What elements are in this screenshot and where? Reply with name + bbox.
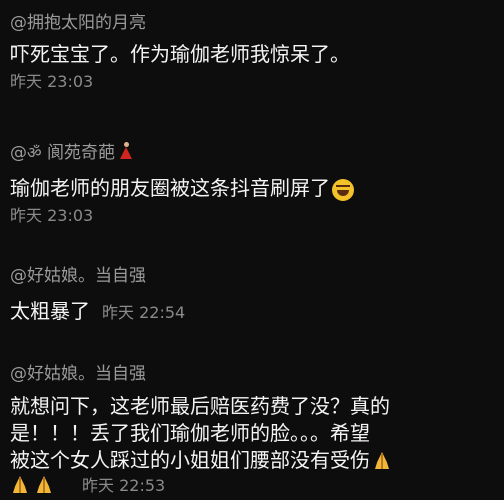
- comment-text: 就想问下，这老师最后赔医药费了没？真的 是！！！丢了我们瑜伽老师的脸。。。希望 …: [10, 393, 494, 474]
- comment-username[interactable]: @拥抱太阳的月亮: [10, 12, 494, 34]
- comment-text-row: 瑜伽老师的朋友圈被这条抖音刷屏了: [10, 174, 494, 202]
- comment-username: 阆苑奇葩: [47, 143, 115, 163]
- comment-timestamp: 昨天 23:03: [10, 72, 94, 91]
- comment-feed: @拥抱太阳的月亮 吓死宝宝了。作为瑜伽老师我惊呆了。 昨天 23:03 @ॐ 阆…: [0, 0, 504, 500]
- comment-text-line: 就想问下，这老师最后赔医药费了没？真的: [10, 394, 390, 418]
- emoji-row: 昨天 22:53: [10, 474, 494, 497]
- comment-item[interactable]: @ॐ 阆苑奇葩 瑜伽老师的朋友圈被这条抖音刷屏了 昨天 23:03: [10, 142, 494, 226]
- comment-username[interactable]: @好姑娘。当自强: [10, 363, 494, 385]
- comment-item[interactable]: @拥抱太阳的月亮 吓死宝宝了。作为瑜伽老师我惊呆了。 昨天 23:03: [10, 12, 494, 92]
- praying-hands-icon: [10, 474, 30, 494]
- comment-username-row[interactable]: @ॐ 阆苑奇葩: [10, 142, 494, 164]
- om-icon: ॐ: [27, 143, 42, 162]
- comment-text: 太粗暴了: [10, 299, 90, 323]
- comment-text: 瑜伽老师的朋友圈被这条抖音刷屏了: [10, 176, 330, 200]
- praying-hands-icon: [34, 474, 54, 494]
- laughing-emoji-icon: [332, 178, 354, 201]
- comment-timestamp: 昨天 23:03: [10, 206, 94, 225]
- comment-username[interactable]: @好姑娘。当自强: [10, 265, 494, 287]
- comment-item[interactable]: @好姑娘。当自强 就想问下，这老师最后赔医药费了没？真的 是！！！丢了我们瑜伽老…: [10, 363, 494, 497]
- praying-hands-icon: [372, 450, 392, 470]
- dancer-icon: [117, 142, 135, 160]
- comment-item[interactable]: @好姑娘。当自强 太粗暴了 昨天 22:54: [10, 265, 494, 327]
- comment-text-line: 是！！！丢了我们瑜伽老师的脸。。。希望: [10, 421, 370, 445]
- comment-text-row: 太粗暴了 昨天 22:54: [10, 297, 494, 327]
- comment-timestamp: 昨天 22:53: [82, 476, 166, 495]
- comment-text-line-with-emoji: 被这个女人踩过的小姐姐们腰部没有受伤: [10, 447, 494, 474]
- username-prefix: @: [10, 143, 27, 163]
- comment-text: 吓死宝宝了。作为瑜伽老师我惊呆了。: [10, 42, 350, 66]
- comment-timestamp: 昨天 22:54: [102, 303, 186, 322]
